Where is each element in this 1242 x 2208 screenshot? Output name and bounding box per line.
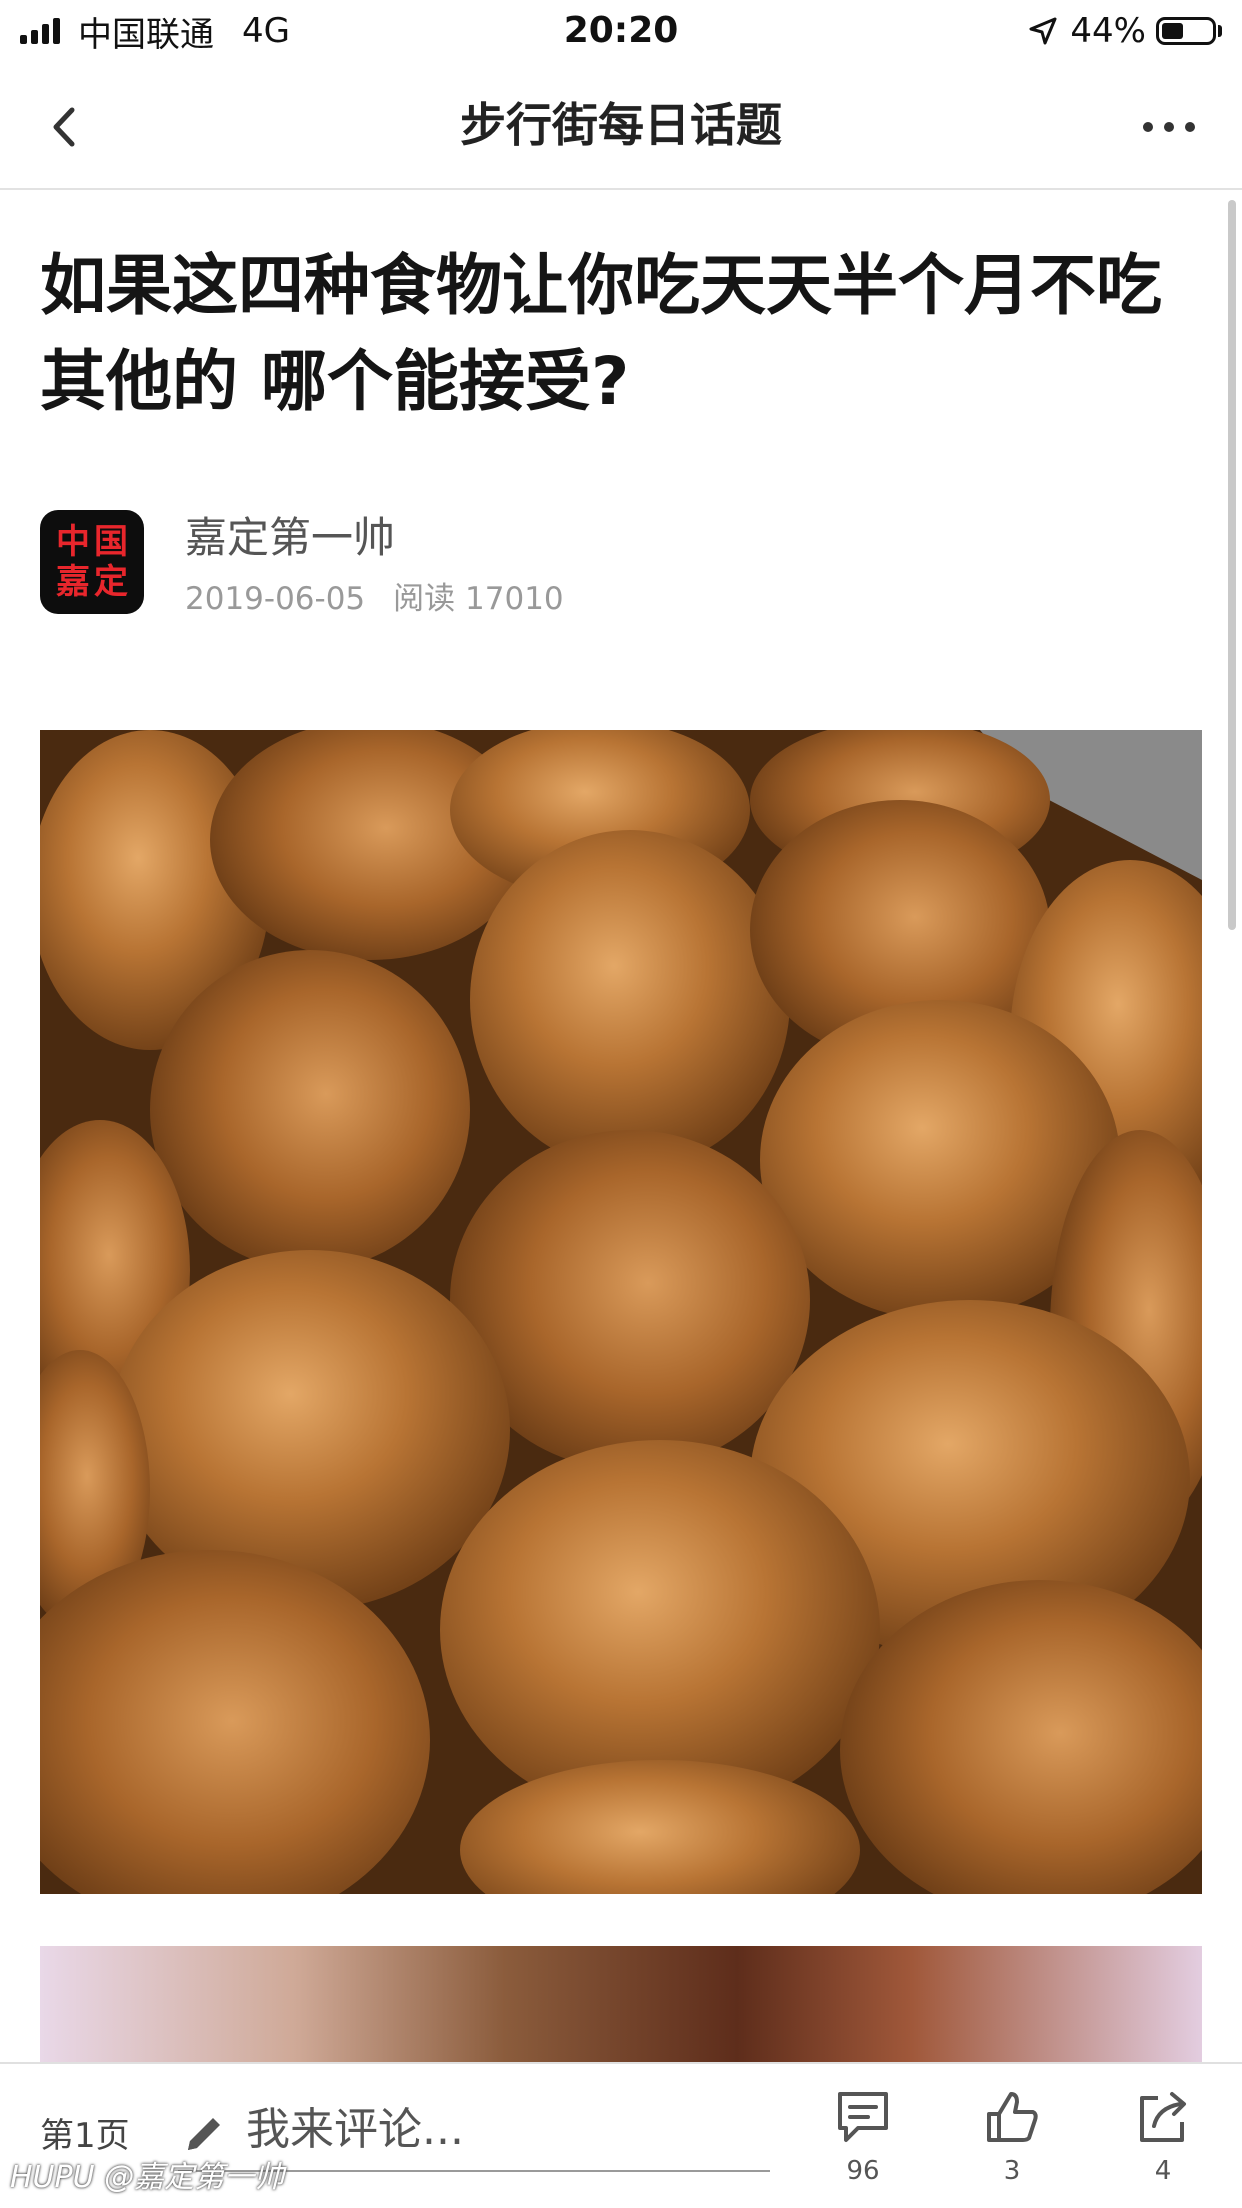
comment-icon xyxy=(838,2092,888,2142)
battery-cap xyxy=(1218,25,1222,37)
avatar-char: 中 xyxy=(56,522,90,562)
like-count: 3 xyxy=(1003,2156,1021,2186)
post-date: 2019-06-05 xyxy=(185,581,366,617)
fried-chicken-photo[interactable] xyxy=(40,730,1202,1894)
like-button[interactable]: 3 xyxy=(972,2086,1052,2196)
view-count: 阅读 17010 xyxy=(393,581,564,617)
comment-button[interactable]: 96 xyxy=(823,2086,903,2196)
battery-icon xyxy=(1156,17,1216,45)
author-meta: 2019-06-05 阅读 17010 xyxy=(185,578,564,620)
avatar[interactable]: 中 国 嘉 定 xyxy=(40,510,144,614)
avatar-char: 嘉 xyxy=(56,562,90,602)
location-icon xyxy=(1029,17,1057,45)
roast-duck-photo[interactable] xyxy=(40,1946,1202,2066)
status-bar: 中国联通 4G 20:20 44% xyxy=(0,0,1242,62)
fried-chicken-illustration xyxy=(40,730,1202,1894)
comment-count: 96 xyxy=(846,2156,880,2186)
share-icon xyxy=(1140,2092,1186,2142)
comment-input[interactable]: 我来评论... xyxy=(246,2100,464,2160)
watermark: HUPU @嘉定第一帅 xyxy=(10,2160,285,2195)
more-icon[interactable] xyxy=(1136,102,1202,152)
nav-bar: 步行街每日话题 xyxy=(0,62,1242,190)
page-indicator[interactable]: 第1页 xyxy=(40,2108,130,2157)
share-button[interactable]: 4 xyxy=(1123,2086,1203,2196)
author-name[interactable]: 嘉定第一帅 xyxy=(185,510,395,566)
avatar-char: 定 xyxy=(94,562,128,602)
status-right: 44% xyxy=(1028,8,1222,54)
nav-title: 步行街每日话题 xyxy=(460,98,782,152)
battery-percent: 44% xyxy=(1070,11,1146,51)
pencil-icon xyxy=(188,2118,220,2150)
thumbs-up-icon xyxy=(987,2092,1038,2142)
scroll-indicator[interactable] xyxy=(1228,200,1236,930)
article-title: 如果这四种食物让你吃天天半个月不吃其他的 哪个能接受? xyxy=(40,247,1162,420)
share-count: 4 xyxy=(1154,2156,1172,2186)
avatar-char: 国 xyxy=(94,522,128,562)
